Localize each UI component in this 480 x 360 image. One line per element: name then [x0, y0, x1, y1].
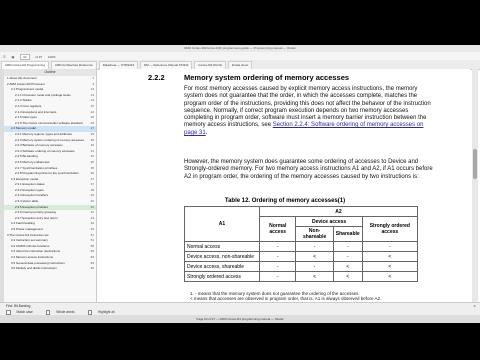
table-cell: - — [361, 241, 419, 252]
pdf-viewer-window: DDI0 Cortex-R4/Cortex-R4F programmers-gu… — [0, 45, 480, 315]
outline-item-label: 2.2.1 Memory regions, types and attribut… — [15, 131, 72, 136]
outline-item-label: 2.1.2 Stacks — [15, 98, 32, 103]
highlight-all-option[interactable]: Highlight all — [87, 310, 121, 315]
checkbox-icon — [45, 310, 51, 315]
table-row: Device access, non-shareable - < - < — [184, 251, 419, 262]
outline-item-page: 96 — [90, 266, 94, 271]
outline-list: 1 About this document 1 2 ARM Cortex-R4 Pr… — [4, 76, 96, 272]
sidebar-toggle-icon[interactable]: ▦ — [12, 55, 15, 59]
table-cell: < — [332, 261, 363, 272]
table-cell: - — [332, 251, 363, 262]
outline-item-label: 2.3.1 Exception states — [15, 182, 45, 187]
table-caption: Table 12. Ordering of memory accesses(1) — [224, 198, 346, 204]
table-cell: - — [295, 241, 334, 252]
paragraph-1: For most memory accesses caused by expli… — [184, 86, 431, 136]
outline-item-label: 3.1 Instruction set summary — [11, 238, 48, 243]
whole-words-option[interactable]: Whole words — [45, 310, 81, 315]
table-cell: - — [258, 241, 297, 252]
outline-item-label: 2.3.3 Exception handlers — [15, 193, 49, 198]
document-page: 2.2.2 Memory system ordering of memory a… — [100, 69, 470, 305]
outline-item-label: 2.2 Memory model — [11, 126, 36, 131]
table-header-normal: Normal access — [258, 216, 297, 242]
outline-item-label: 2.1.3 Core registers — [15, 103, 42, 108]
outline-item-label: 2.1.1 Processor mode and privilege level… — [15, 92, 71, 97]
outline-item-label: 2.3.2 Exception types — [15, 187, 44, 192]
table-header-device: Device access — [295, 216, 363, 227]
ordering-table: A1 A2 Normal access Device access Strong… — [184, 206, 419, 282]
outline-item-label: 2.5 Power management — [11, 227, 43, 232]
section-title: Memory system ordering of memory accesse… — [184, 73, 350, 82]
outline-item-label: 3.6 Multiply and divide instructions — [11, 266, 57, 271]
table-cell: < — [361, 271, 419, 282]
outline-item-label: 2.3.6 Interrupt priority grouping — [15, 210, 57, 215]
checkbox-icon — [6, 310, 11, 315]
outline-item-label: 2.2.3 Behavior of memory accesses — [15, 143, 63, 148]
outline-item-label: 2.3.7 Exception entry and return — [15, 215, 58, 220]
row-label: Device access, shareable — [184, 261, 260, 272]
scrollbar-thumb[interactable] — [473, 149, 477, 179]
table-cell: - — [258, 261, 297, 272]
outline-item-label: 2.2.2 Memory system ordering of memory a… — [15, 137, 84, 142]
table-cell: < — [361, 261, 419, 272]
close-icon[interactable]: ✕ — [473, 304, 476, 308]
outline-item-label: 2.2.8 Programming hints for the synchron… — [15, 171, 79, 176]
section-number: 2.2.2 — [148, 73, 165, 82]
table-cell: - — [332, 241, 363, 252]
outline-item-label: 2.1.6 The Cortex microcontroller softwar… — [15, 120, 83, 125]
paragraph-2: However, the memory system does guarante… — [184, 159, 433, 180]
menu-icon[interactable]: ☰ — [3, 55, 6, 59]
outline-item-label: 2.1.5 Data types — [15, 115, 37, 120]
outline-sidebar: Outline 1 About this document 1 2 ARM Cort… — [4, 69, 97, 302]
sidebar-header: Outline — [4, 69, 96, 76]
outline-item-label: 3.2 CMSIS intrinsic functions — [11, 243, 50, 248]
table-header-a1: A1 — [184, 206, 260, 242]
outline-item-label: 2.1.4 Exceptions and interrupts — [15, 109, 57, 114]
table-cell: < — [295, 251, 334, 262]
outline-item-label: 3 The Cortex-R4 instruction set — [7, 232, 49, 237]
table-cell: < — [295, 271, 334, 282]
find-bar: Find: Bit-Banding ✕ Match case Whole wor… — [0, 302, 480, 315]
outline-item-label: 2 ARM Cortex-R4 Processor — [7, 81, 45, 86]
outline-item-label: 2.2.4 Software ordering of memory access… — [15, 148, 75, 153]
outline-item-label: 2.1 Programmers model — [11, 87, 44, 92]
table-row: Normal access - - - - — [184, 241, 419, 252]
zoom-level[interactable]: 100% — [48, 55, 56, 59]
checkbox-icon — [87, 310, 93, 315]
table-header-a2: A2 — [259, 206, 418, 217]
outline-item-label: 2.3.4 Vector table — [15, 199, 39, 204]
outline-item[interactable]: 3.6 Multiply and divide instructions 96 — [4, 266, 96, 272]
outline-item-label: 2.3 Exception model — [11, 176, 39, 181]
outline-item-label: 1 About this document — [7, 76, 37, 80]
outline-item-label: 3.5 General data processing instructions — [11, 260, 65, 265]
footnote-2: < means that accesses are observed in pr… — [190, 296, 382, 301]
row-label: Strongly ordered access — [184, 271, 260, 282]
table-cell: - — [295, 261, 334, 272]
outline-item-label: 2.2.6 Memory endianness — [15, 159, 50, 164]
table-cell: < — [361, 251, 419, 262]
table-cell: - — [258, 251, 297, 262]
outline-item-label: 2.2.7 Synchronization primitives — [15, 165, 58, 170]
vertical-scrollbar[interactable] — [472, 69, 478, 305]
page-total: of 97 — [35, 55, 43, 59]
outline-item-label: 3.4 Memory access instructions — [11, 255, 54, 259]
table-cell: < — [332, 271, 363, 282]
row-label: Normal access — [184, 241, 260, 252]
table-header-strongly: Strongly ordered access — [361, 216, 419, 242]
table-header-nonshareable: Non-shareable — [295, 226, 334, 242]
table-row: Strongly ordered access - < < < — [184, 271, 419, 282]
window-title: DDI0 Cortex-R4/Cortex-R4F programmers-gu… — [0, 45, 480, 52]
table-row: Device access, shareable - - < < — [184, 261, 419, 272]
table-header-shareable: Shareable — [332, 226, 363, 242]
table-cell: - — [258, 271, 297, 282]
outline-item-label: 3.3 About the instruction descriptions — [11, 249, 61, 254]
row-label: Device access, non-shareable — [184, 251, 260, 262]
status-bar: Page 64 of 97 — DDI0 Cortex-R4 programmi… — [0, 315, 480, 323]
outline-item-label: 2.3.5 Exception priorities — [15, 204, 48, 209]
find-input[interactable]: Find: Bit-Banding — [6, 304, 30, 308]
outline-item-label: 2.2.5 Bit-banding — [15, 154, 38, 159]
outline-item-label: 2.4 Fault handling — [11, 221, 35, 226]
match-case-option[interactable]: Match case — [6, 310, 39, 315]
